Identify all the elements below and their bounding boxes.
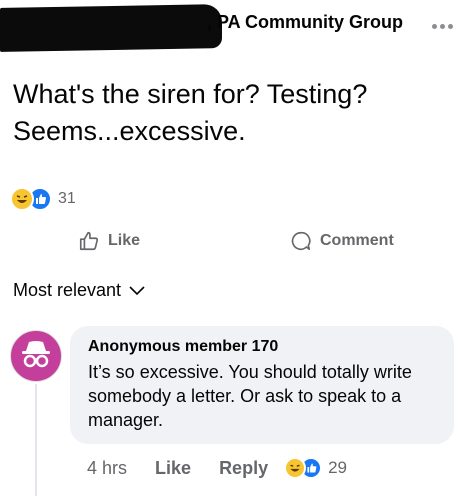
comment-icon: [291, 231, 311, 251]
more-horizontal-icon[interactable]: [432, 16, 460, 29]
comment-label: Comment: [320, 232, 394, 249]
comment-author[interactable]: Anonymous member 170: [88, 338, 278, 356]
thread-line: [35, 384, 37, 496]
group-name-link[interactable]: , PA Community Group: [207, 12, 403, 33]
comment-like-button[interactable]: Like: [155, 458, 191, 479]
chevron-down-icon: [129, 285, 145, 295]
haha-reaction-icon: [10, 187, 34, 211]
like-label: Like: [108, 232, 141, 249]
thumbs-up-icon: [79, 231, 99, 251]
comment-bubble: Anonymous member 170 It’s so excessive. …: [70, 326, 454, 444]
comment-sort-dropdown[interactable]: Most relevant: [13, 280, 145, 301]
comment-reply-button[interactable]: Reply: [219, 458, 268, 479]
sort-label: Most relevant: [13, 280, 122, 300]
haha-reaction-icon: [284, 457, 307, 479]
post-text: What's the siren for? Testing? Seems...e…: [13, 79, 368, 146]
post-header: , PA Community Group: [0, 0, 464, 56]
comment-timestamp[interactable]: 4 hrs: [87, 458, 127, 479]
comment-reaction-count: 29: [328, 458, 348, 477]
avatar[interactable]: [10, 330, 62, 382]
comment-meta: 4 hrs Like Reply 29: [87, 456, 347, 480]
comment-button[interactable]: Comment: [290, 230, 394, 252]
like-button[interactable]: Like: [78, 230, 140, 252]
post-reactions[interactable]: 31: [10, 187, 76, 211]
reaction-count: 31: [58, 190, 76, 207]
comment-reactions[interactable]: 29: [284, 457, 347, 479]
post-action-bar: Like Comment: [0, 226, 464, 258]
comment-text: It’s so excessive. You should totally wr…: [88, 362, 412, 430]
anonymous-member-icon: [22, 341, 50, 368]
